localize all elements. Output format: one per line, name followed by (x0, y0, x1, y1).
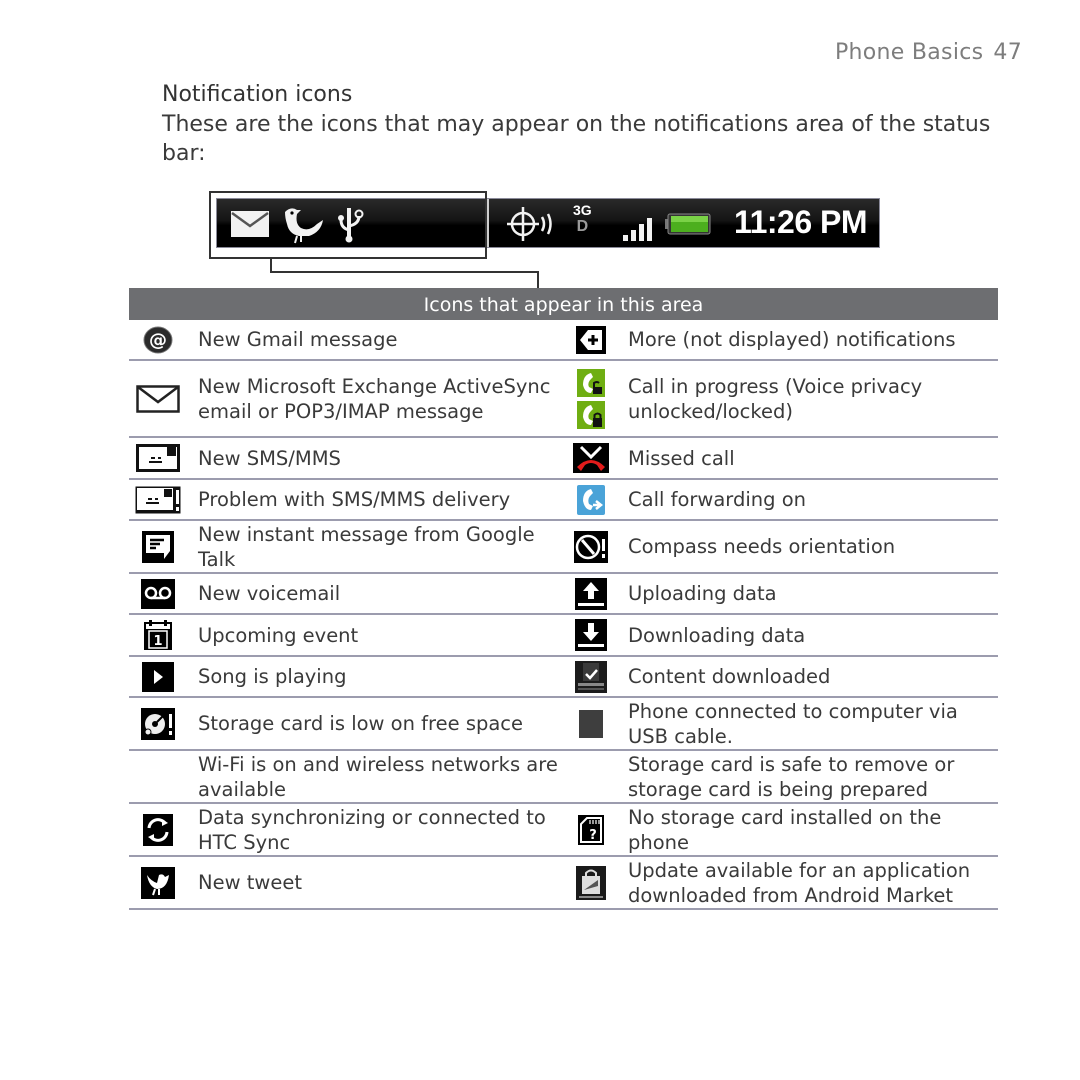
gps-icon (507, 207, 552, 241)
status-area: 3G D 11:26 PM (487, 199, 879, 247)
svg-text:1: 1 (153, 634, 162, 649)
running-header: Phone Basics 47 (835, 40, 1022, 65)
row-label-right: Update available for an application down… (628, 858, 971, 907)
notification-icons-table: Icons that appear in this area @ New Gma… (129, 288, 998, 910)
table-row: Problem with SMS/MMS delivery Call forwa… (129, 480, 998, 521)
table-row: Wi-Fi is on and wireless networks are av… (129, 751, 998, 804)
running-header-section: Phone Basics (834, 40, 984, 65)
callout-connector (270, 259, 538, 273)
table-row: Song is playing Content downloaded (129, 657, 998, 698)
gmail-at-icon: @ (143, 326, 173, 353)
row-label-left: New instant message from Google Talk (198, 522, 535, 571)
row-label-right: More (not displayed) notifications (628, 328, 956, 351)
row-label-right: Content downloaded (628, 665, 831, 688)
row-label-right: Uploading data (628, 582, 777, 605)
row-label-left: New Microsoft Exchange ActiveSync email … (198, 374, 551, 423)
row-label-right: Compass needs orientation (628, 535, 896, 558)
missed-call-icon (573, 443, 609, 473)
table-row: Data synchronizing or connected to HTC S… (129, 804, 998, 857)
svg-text:?: ? (589, 828, 597, 843)
play-icon (142, 661, 174, 692)
sync-icon (143, 813, 173, 846)
notifications-area-callout (209, 191, 487, 259)
row-label-left: New SMS/MMS (198, 446, 341, 470)
row-label-right: Storage card is safe to remove or storag… (628, 752, 955, 801)
row-label-left: Problem with SMS/MMS delivery (198, 488, 511, 511)
data-activity-label: D (576, 218, 589, 235)
app-update-icon (576, 865, 606, 900)
row-label-right: No storage card installed on the phone (628, 805, 942, 854)
page-number: 47 (993, 40, 1022, 65)
table-row: 1 Upcoming event Downloading data (129, 615, 998, 657)
row-label-right: Phone connected to computer via USB cabl… (628, 699, 958, 748)
row-label-left: New tweet (198, 871, 302, 894)
no-storage-card-icon: ? (578, 814, 604, 845)
intro-text: These are the icons that may appear on t… (162, 112, 991, 166)
row-label-right: Call in progress (Voice privacy unlocked… (628, 374, 923, 423)
more-notifications-icon (576, 325, 606, 354)
row-label-left: New Gmail message (198, 328, 398, 351)
table-row: New tweet Update available for an applic… (129, 857, 998, 910)
email-envelope-icon (136, 384, 180, 413)
row-label-right: Call forwarding on (628, 488, 807, 511)
battery-icon (665, 213, 711, 235)
storage-low-icon (141, 707, 175, 740)
voicemail-icon (141, 578, 175, 609)
table-header: Icons that appear in this area (129, 288, 998, 320)
table-row: New SMS/MMS Missed call (129, 438, 998, 480)
callout-connector-drop (537, 271, 539, 288)
table-row: New Microsoft Exchange ActiveSync email … (129, 361, 998, 438)
table-row: New instant message from Google Talk Com… (129, 521, 998, 574)
table-row: @ New Gmail message More (not displayed)… (129, 320, 998, 361)
compass-icon (574, 530, 608, 563)
table-row: Storage card is low on free space Phone … (129, 698, 998, 751)
google-talk-icon (142, 530, 174, 563)
call-in-progress-icon (563, 361, 619, 436)
row-label-left: Wi-Fi is on and wireless networks are av… (198, 752, 558, 801)
network-type-label: 3G (573, 202, 592, 218)
storage-safe-icon-placeholder (563, 751, 619, 802)
call-unlocked-icon (577, 368, 605, 397)
row-label-left: Data synchronizing or connected to HTC S… (198, 805, 546, 854)
call-forwarding-icon (577, 484, 605, 515)
3g-data-icon: 3G D (573, 202, 592, 235)
tweet-icon (141, 866, 175, 899)
calendar-icon: 1 (144, 620, 172, 650)
signal-strength-icon (623, 218, 652, 241)
row-label-left: Song is playing (198, 665, 347, 688)
row-label-left: New voicemail (198, 582, 341, 605)
status-bar-time: 11:26 PM (734, 204, 867, 240)
svg-text:@: @ (149, 330, 167, 351)
download-icon (575, 619, 607, 651)
upload-icon (575, 577, 607, 610)
section-title: Notification icons (162, 82, 353, 107)
sms-icon (136, 444, 180, 472)
row-label-left: Storage card is low on free space (198, 712, 524, 735)
table-row: New voicemail Uploading data (129, 574, 998, 615)
wifi-icon-placeholder (129, 751, 187, 802)
row-label-right: Downloading data (628, 623, 806, 647)
sms-problem-icon (135, 486, 181, 513)
call-locked-icon (577, 400, 605, 429)
row-label-right: Missed call (628, 446, 735, 470)
content-downloaded-icon (575, 660, 607, 693)
row-label-left: Upcoming event (198, 623, 359, 647)
usb-connected-icon (579, 709, 603, 738)
